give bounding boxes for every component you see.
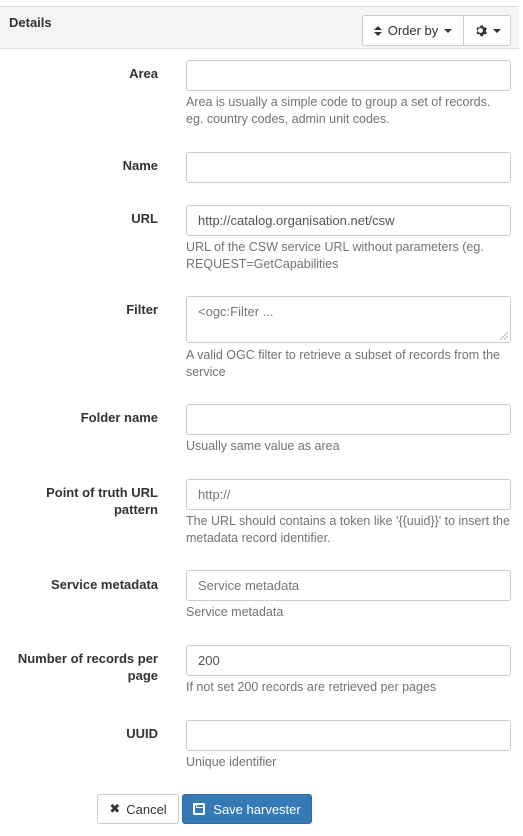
save-harvester-button[interactable]: Save harvester bbox=[182, 794, 312, 824]
service-metadata-label: Service metadata bbox=[51, 577, 158, 592]
point-of-truth-label: Point of truth URL pattern bbox=[46, 485, 158, 517]
folder-name-input[interactable] bbox=[186, 404, 511, 435]
folder-name-label: Folder name bbox=[80, 410, 158, 425]
filter-textarea[interactable]: <ogc:Filter ... bbox=[186, 296, 511, 343]
uuid-label: UUID bbox=[126, 726, 158, 741]
records-per-page-help: If not set 200 records are retrieved per… bbox=[186, 680, 437, 694]
close-icon: ✖ bbox=[109, 801, 121, 816]
records-per-page-label: Number of records per page bbox=[17, 651, 158, 683]
name-label: Name bbox=[122, 158, 158, 173]
area-label: Area bbox=[129, 66, 158, 81]
panel-title: Details bbox=[9, 15, 52, 30]
point-of-truth-help: The URL should contains a token like '{{… bbox=[186, 514, 510, 545]
panel-heading: Details Order by bbox=[0, 6, 519, 49]
order-by-label: Order by bbox=[387, 23, 439, 38]
point-of-truth-placeholder: http:// bbox=[198, 487, 231, 502]
records-per-page-value: 200 bbox=[198, 653, 220, 668]
filter-label: Filter bbox=[126, 302, 158, 317]
uuid-input[interactable] bbox=[186, 720, 511, 751]
url-value: http://catalog.organisation.net/csw bbox=[198, 213, 395, 228]
service-metadata-help: Service metadata bbox=[186, 605, 284, 619]
area-input[interactable] bbox=[186, 60, 511, 91]
service-metadata-input[interactable]: Service metadata bbox=[186, 570, 511, 601]
order-by-button[interactable]: Order by bbox=[362, 15, 464, 46]
filter-placeholder: <ogc:Filter ... bbox=[198, 304, 274, 319]
cancel-button[interactable]: ✖ Cancel bbox=[97, 794, 179, 824]
floppy-disk-icon bbox=[193, 803, 206, 815]
cancel-label: Cancel bbox=[126, 801, 167, 817]
point-of-truth-input[interactable]: http:// bbox=[186, 479, 511, 510]
url-input[interactable]: http://catalog.organisation.net/csw bbox=[186, 205, 511, 236]
name-input[interactable] bbox=[186, 152, 511, 183]
service-metadata-placeholder: Service metadata bbox=[198, 578, 300, 593]
url-label: URL bbox=[131, 211, 158, 226]
caret-down-icon bbox=[444, 28, 453, 33]
sort-icon bbox=[373, 25, 382, 36]
filter-help: A valid OGC filter to retrieve a subset … bbox=[186, 348, 501, 379]
save-label: Save harvester bbox=[213, 801, 301, 817]
gear-icon bbox=[475, 25, 487, 37]
settings-dropdown-button[interactable] bbox=[463, 15, 511, 46]
resize-handle[interactable] bbox=[500, 332, 508, 340]
uuid-help: Unique identifier bbox=[186, 755, 277, 769]
caret-down-icon bbox=[492, 28, 501, 33]
folder-name-help: Usually same value as area bbox=[186, 439, 340, 453]
records-per-page-input[interactable]: 200 bbox=[186, 645, 511, 676]
area-help: Area is usually a simple code to group a… bbox=[186, 95, 491, 126]
url-help: URL of the CSW service URL without param… bbox=[186, 240, 484, 271]
